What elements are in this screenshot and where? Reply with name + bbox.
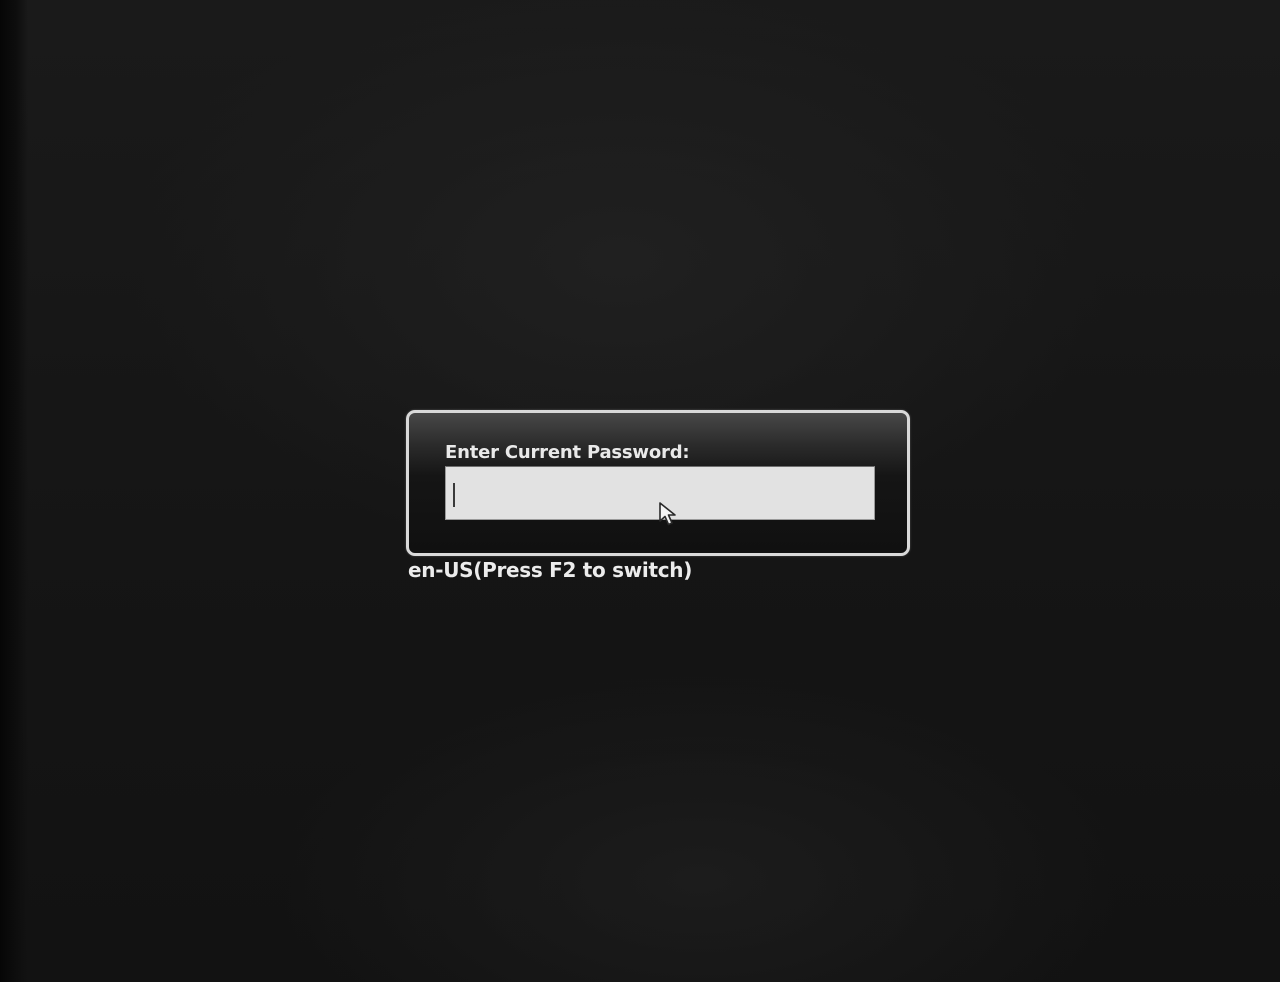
password-input[interactable] [445,466,875,526]
mouse-pointer-icon [659,502,676,526]
password-dialog: Enter Current Password: [406,410,910,556]
keyboard-layout-hint: en-US(Press F2 to switch) [408,558,693,582]
password-prompt-label: Enter Current Password: [445,442,690,463]
bios-password-screen: Enter Current Password: en-US(Press F2 t… [0,0,1280,982]
screen-bezel-edge [0,0,28,982]
text-caret-icon [453,483,455,507]
